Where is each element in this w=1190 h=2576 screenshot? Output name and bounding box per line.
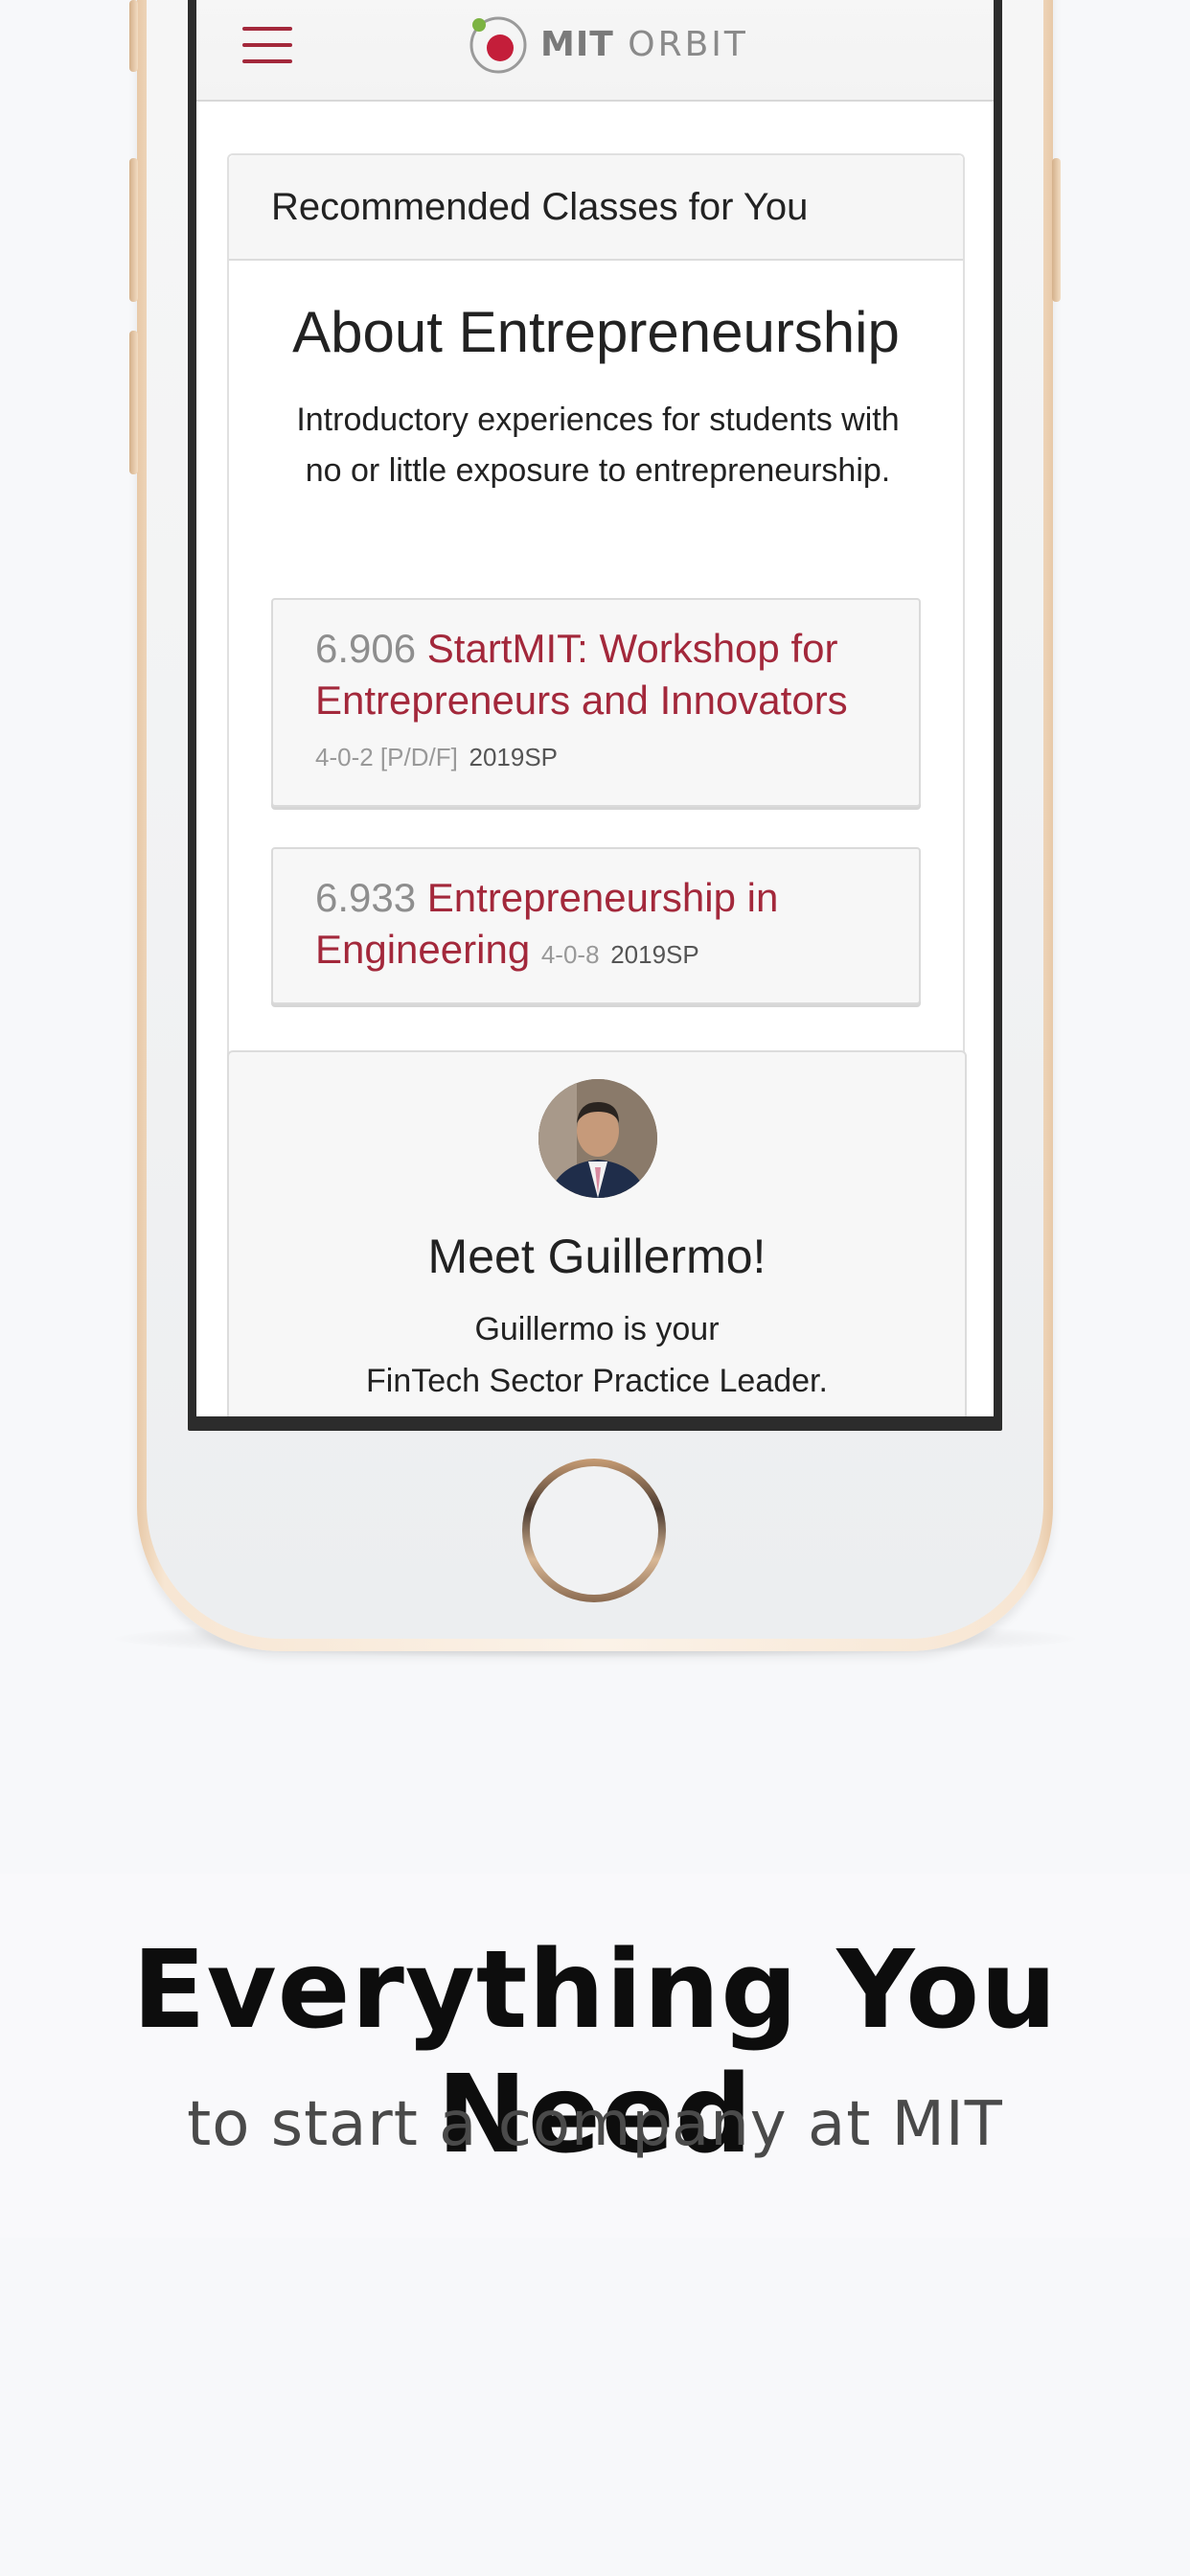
phone-screen: MIT ORBIT Recommended Classes for You Ab… — [196, 0, 994, 1416]
logo-wordmark: MIT ORBIT — [540, 25, 748, 64]
meet-leader-card[interactable]: Meet Guillermo! Guillermo is your FinTec… — [227, 1050, 967, 1416]
class-text: 6.933 Entrepreneurship in Engineering 4-… — [315, 872, 877, 980]
class-number: 6.933 — [315, 875, 417, 920]
class-number: 6.906 — [315, 626, 417, 671]
orbit-logo-icon — [468, 13, 529, 75]
meet-line-2: FinTech Sector Practice Leader. — [366, 1363, 828, 1399]
meet-line-1: Guillermo is your — [474, 1311, 720, 1347]
promo-subhead: to start a company at MIT — [187, 2089, 1003, 2160]
logo-bold-text: MIT — [540, 24, 614, 64]
meet-title: Meet Guillermo! — [427, 1230, 767, 1283]
class-item[interactable]: 6.906 StartMIT: Workshop for Entrepreneu… — [271, 598, 921, 807]
phone-volume-up-button — [129, 158, 138, 302]
phone-volume-down-button — [129, 331, 138, 474]
avatar — [538, 1079, 657, 1198]
class-units: 4-0-2 [P/D/F] — [315, 743, 458, 771]
recommended-classes-card: Recommended Classes for You About Entrep… — [227, 153, 965, 1073]
class-text: 6.906 StartMIT: Workshop for Entrepreneu… — [315, 623, 877, 783]
class-term: 2019SP — [610, 940, 699, 969]
class-units: 4-0-8 — [540, 940, 600, 969]
phone-power-button — [1052, 158, 1061, 302]
home-button — [522, 1459, 666, 1602]
mit-orbit-logo[interactable]: MIT ORBIT — [468, 13, 748, 75]
class-item[interactable]: 6.933 Entrepreneurship in Engineering 4-… — [271, 847, 921, 1004]
section-title: About Entrepreneurship — [292, 300, 900, 364]
phone-side-button — [129, 0, 138, 72]
section-description: Introductory experiences for students wi… — [296, 402, 900, 489]
hamburger-icon[interactable] — [242, 27, 292, 65]
app-header: MIT ORBIT — [196, 0, 994, 102]
class-term: 2019SP — [469, 743, 559, 771]
meet-description: Guillermo is your FinTech Sector Practic… — [229, 1303, 965, 1407]
recommended-classes-heading: Recommended Classes for You — [229, 155, 963, 261]
logo-light-text: ORBIT — [628, 24, 748, 64]
